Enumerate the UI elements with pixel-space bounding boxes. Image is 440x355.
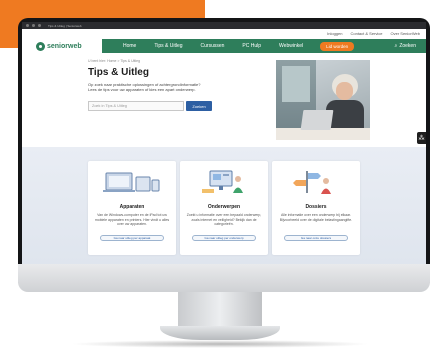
site-logo[interactable]: seniorweb [36,41,102,51]
intro-text: Op zoek naar praktische oplossingen of a… [88,82,201,92]
card-title: Apparaten [119,204,145,210]
topics-button[interactable]: Ga naar uitleg per onderwerp [192,235,256,241]
search-input[interactable]: Zoek in Tips & Uitleg [88,101,184,111]
card-title: Dossiers [305,204,327,210]
logo-text: seniorweb [47,42,82,50]
nav-item-courses[interactable]: Cursussen [192,43,234,49]
monitor-stand-base [160,326,280,340]
nav-item-tips[interactable]: Tips & Uitleg [145,43,191,49]
card-dossiers[interactable]: Dossiers Alle informatie over een onderw… [272,161,360,255]
categories-section: Apparaten Van de Windows-computer en de … [22,147,426,264]
nav-search-button[interactable]: ⌕ Zoeken [386,43,427,49]
become-member-button[interactable]: Lid worden [320,41,355,51]
card-description: Van de Windows-computer en de iPad tot u… [94,213,170,226]
nav-item-home[interactable]: Home [114,43,145,49]
monitor-stand-neck [178,292,262,328]
monitor-shadow [70,340,370,348]
page-title: Tips & Uitleg [88,67,149,78]
share-icon[interactable]: ⁂ [417,132,426,144]
monitor-chin [18,264,430,292]
search-icon: ⌕ [394,43,398,49]
window-minimize-dot[interactable] [32,24,35,27]
monitor-screen: Tips & Uitleg | Seniorweb Inloggen Conta… [22,22,426,264]
main-navigation: seniorweb Home Tips & Uitleg Cursussen P… [22,37,426,55]
logo-icon [36,41,45,51]
dossiers-button[interactable]: Ga naar onze dossiers [284,235,348,241]
login-link[interactable]: Inloggen [327,31,342,36]
card-description: Zoekt u informatie over een bepaald onde… [186,213,262,226]
contact-link[interactable]: Contact & Service [350,31,382,36]
devices-illustration-icon [103,172,160,192]
browser-tab[interactable]: Tips & Uitleg | Seniorweb [48,24,82,28]
dossiers-illustration-icon [293,171,331,194]
card-title: Onderwerpen [207,204,241,210]
card-topics[interactable]: Onderwerpen Zoekt u informatie over een … [180,161,268,255]
window-maximize-dot[interactable] [38,24,41,27]
nav-item-pc-help[interactable]: PC Hulp [233,43,270,49]
topics-illustration-icon [202,170,243,193]
search-button[interactable]: Zoeken [186,101,212,111]
nav-search-label: Zoeken [399,43,416,49]
window-close-dot[interactable] [26,24,29,27]
breadcrumb[interactable]: U bent hier: Home > Tips & Uitleg [88,59,140,63]
devices-button[interactable]: Ga naar uitleg per apparaat [100,235,164,241]
hero-section: U bent hier: Home > Tips & Uitleg Tips &… [22,55,426,147]
about-link[interactable]: Over SeniorWeb [391,31,421,36]
hero-photo-woman-laptop [276,60,370,140]
browser-tab-bar: Tips & Uitleg | Seniorweb [22,22,426,29]
nav-bar: Home Tips & Uitleg Cursussen PC Hulp Web… [102,39,426,53]
nav-item-webshop[interactable]: Webwinkel [270,43,312,49]
card-description: Alle informatie over een onderwerp bij e… [279,213,353,222]
top-links: Inloggen Contact & Service Over SeniorWe… [22,29,426,37]
card-devices[interactable]: Apparaten Van de Windows-computer en de … [88,161,176,255]
